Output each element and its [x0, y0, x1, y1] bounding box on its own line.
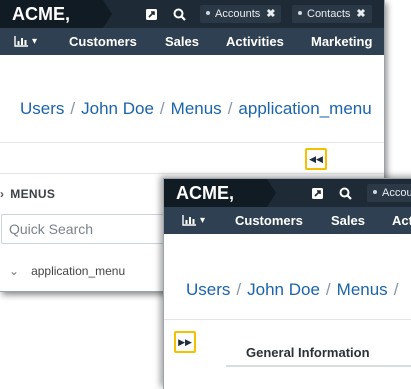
tab-dot-icon [298, 11, 302, 16]
tab-label: Contacts [307, 8, 351, 20]
breadcrumb-separator: / [236, 280, 242, 299]
chevron-down-icon: ⌄ [9, 264, 20, 278]
breadcrumb-separator: / [159, 99, 165, 118]
breadcrumb: Users / John Doe / Menus / [186, 280, 404, 300]
tree-item-label: application_menu [31, 264, 126, 278]
nav-activities[interactable]: Act [392, 207, 411, 234]
search-icon[interactable] [332, 179, 358, 207]
brand-logo[interactable]: ACME, INC [0, 0, 112, 28]
divider [0, 173, 384, 174]
front-window: ACME, INC Accou ▾ Customers Sales Act Us… [163, 178, 411, 389]
breadcrumb: Users / John Doe / Menus / application_menu [20, 99, 372, 119]
breadcrumb-separator: / [325, 280, 331, 299]
menus-heading-label: MENUS [10, 187, 56, 201]
breadcrumb-separator: / [393, 280, 399, 299]
tab-accounts[interactable]: Accou [367, 184, 411, 202]
breadcrumb-separator: / [70, 99, 76, 118]
nav-activities[interactable]: Activities [226, 28, 284, 55]
top-bar: ACME, INC Accou [164, 179, 411, 207]
close-icon[interactable]: ✖ [266, 8, 275, 20]
collapse-sidebar-icon[interactable]: ◀◀ [305, 148, 327, 170]
nav-customers[interactable]: Customers [235, 207, 303, 234]
breadcrumb-menus[interactable]: Menus [337, 280, 388, 299]
breadcrumb-john-doe[interactable]: John Doe [81, 99, 154, 118]
tab-dot-icon [206, 11, 210, 16]
bar-chart-icon [14, 36, 28, 47]
tab-dot-icon [373, 190, 377, 195]
quick-search-input[interactable]: Quick Search [1, 214, 176, 244]
bar-chart-icon [182, 215, 196, 226]
caret-down-icon: ▾ [32, 36, 38, 47]
breadcrumb-john-doe[interactable]: John Doe [247, 280, 320, 299]
divider [0, 142, 384, 143]
tab-general-information[interactable]: General Information [246, 345, 370, 360]
caret-down-icon: ▾ [200, 215, 206, 226]
dashboard-menu[interactable]: ▾ [182, 207, 205, 234]
top-bar: ACME, INC Accounts ✖ Contacts ✖ [0, 0, 384, 28]
tree-item-application-menu[interactable]: ⌄ application_menu [9, 264, 125, 278]
tab-label: Accounts [215, 8, 261, 20]
nav-marketing[interactable]: Marketing [311, 28, 372, 55]
main-nav: ▾ Customers Sales Activities Marketing [0, 28, 384, 55]
external-link-icon[interactable] [138, 0, 164, 28]
close-icon[interactable]: ✖ [356, 8, 365, 20]
breadcrumb-application-menu[interactable]: application_menu [238, 99, 371, 118]
breadcrumb-menus[interactable]: Menus [171, 99, 222, 118]
main-nav: ▾ Customers Sales Act [164, 207, 411, 234]
breadcrumb-users[interactable]: Users [20, 99, 64, 118]
brand-logo[interactable]: ACME, INC [164, 179, 276, 207]
breadcrumb-separator: / [227, 99, 233, 118]
nav-sales[interactable]: Sales [331, 207, 365, 234]
section-tab-underline [226, 365, 411, 367]
divider [164, 319, 411, 320]
expand-sidebar-icon[interactable]: ▶▶ [174, 331, 196, 353]
menus-heading[interactable]: › MENUS [0, 187, 55, 201]
search-icon[interactable] [166, 0, 192, 28]
tab-label: Accou [382, 187, 411, 199]
tab-contacts[interactable]: Contacts ✖ [292, 5, 372, 23]
nav-sales[interactable]: Sales [165, 28, 199, 55]
tab-accounts[interactable]: Accounts ✖ [200, 5, 282, 23]
breadcrumb-users[interactable]: Users [186, 280, 230, 299]
nav-customers[interactable]: Customers [69, 28, 137, 55]
external-link-icon[interactable] [304, 179, 330, 207]
chevron-right-icon: › [0, 187, 5, 201]
dashboard-menu[interactable]: ▾ [14, 28, 37, 55]
